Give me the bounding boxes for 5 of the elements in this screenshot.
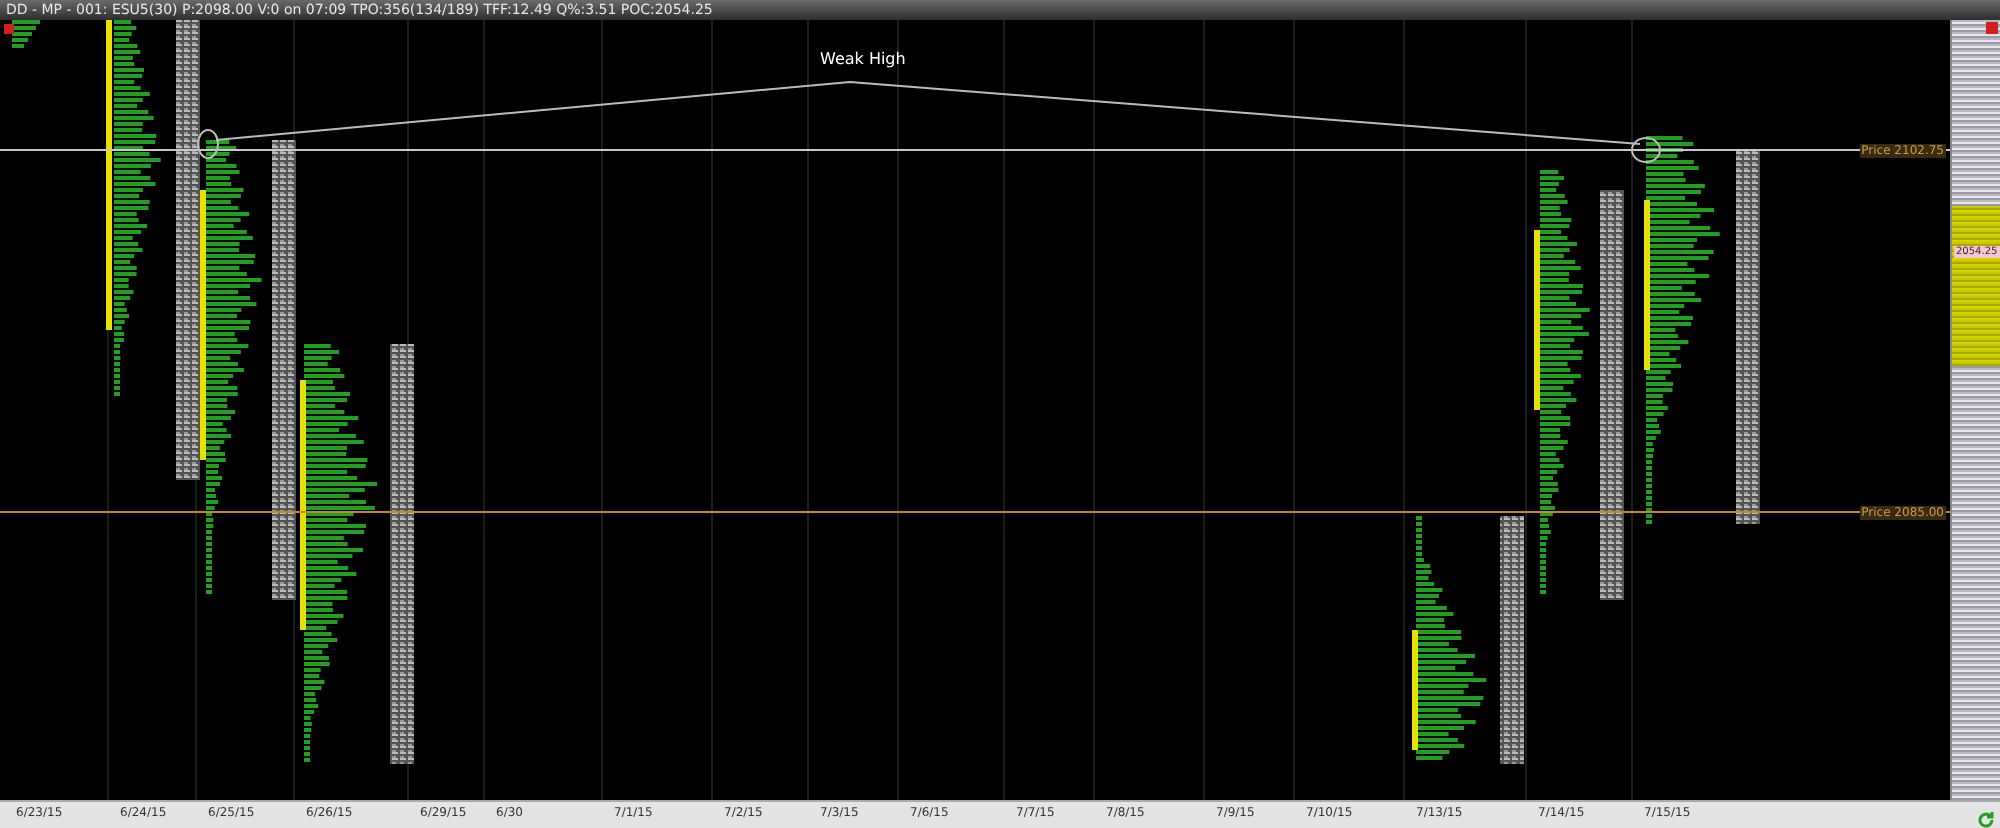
annotation-circle [197,129,219,159]
marker-icon [4,24,14,34]
annotation-text: Weak High [820,50,906,68]
annotation-circle [1631,137,1661,163]
refresh-button[interactable] [1976,806,1996,826]
